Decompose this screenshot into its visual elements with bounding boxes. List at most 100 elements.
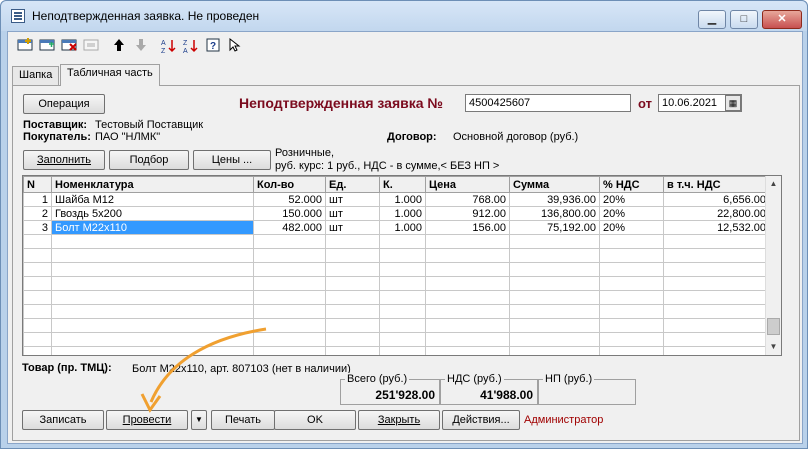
move-up-icon[interactable] xyxy=(110,38,128,56)
minimize-button[interactable]: ▁ xyxy=(698,10,726,29)
table-row[interactable]: 2 Гвоздь 5х200 150.000 шт 1.000 912.00 1… xyxy=(23,206,770,221)
empty-row xyxy=(23,290,770,305)
maximize-button[interactable]: □ xyxy=(730,10,758,29)
new-row-icon[interactable] xyxy=(16,38,34,56)
cell-sum: 75,192.00 xyxy=(509,220,600,235)
item-info-value: Болт М22х110, арт. 807103 (нет в наличии… xyxy=(132,363,351,375)
title-bar[interactable]: Неподтвержденная заявка. Не проведен ▁ □… xyxy=(1,1,807,31)
col-header-vat[interactable]: в т.ч. НДС xyxy=(663,176,770,193)
close-button[interactable]: Закрыть xyxy=(358,410,440,430)
help-icon[interactable]: ? xyxy=(204,38,222,56)
cell-sum: 39,936.00 xyxy=(509,192,600,207)
col-header-unit[interactable]: Ед. xyxy=(325,176,380,193)
buyer-label: Покупатель: xyxy=(23,131,91,143)
scroll-up-icon[interactable]: ▲ xyxy=(766,176,781,192)
tab-strip: Шапка Табличная часть xyxy=(8,64,802,86)
vertical-scrollbar[interactable]: ▲ ▼ xyxy=(765,176,781,355)
cell-vat-rate: 20% xyxy=(599,192,664,207)
tab-header[interactable]: Шапка xyxy=(12,66,60,85)
price-info-line2: руб. курс: 1 руб., НДС - в сумме,< БЕЗ Н… xyxy=(275,160,500,172)
cell-unit: шт xyxy=(325,220,380,235)
svg-text:A: A xyxy=(161,40,166,47)
cell-sum: 136,800.00 xyxy=(509,206,600,221)
items-table[interactable]: N Номенклатура Кол-во Ед. К. Цена Сумма … xyxy=(22,175,782,356)
post-dropdown-icon[interactable]: ▼ xyxy=(191,410,207,430)
cell-unit: шт xyxy=(325,192,380,207)
document-number-field[interactable]: 4500425607 xyxy=(465,94,631,112)
total-value: 251'928.00 xyxy=(375,388,435,402)
cell-item[interactable]: Болт М22х110 xyxy=(51,220,254,235)
scroll-thumb[interactable] xyxy=(767,318,780,335)
prices-button[interactable]: Цены ... xyxy=(193,150,271,170)
cell-price: 156.00 xyxy=(425,220,510,235)
np-box: НП (руб.) xyxy=(538,373,636,405)
save-button[interactable]: Записать xyxy=(22,410,104,430)
total-label: Всего (руб.) xyxy=(345,373,410,385)
vat-label: НДС (руб.) xyxy=(445,373,504,385)
cell-n: 3 xyxy=(23,220,52,235)
svg-text:Z: Z xyxy=(183,40,188,47)
col-header-n[interactable]: N xyxy=(23,176,52,193)
app-window: Неподтвержденная заявка. Не проведен ▁ □… xyxy=(0,0,808,449)
current-user: Администратор xyxy=(524,414,604,426)
supplier-label: Поставщик: xyxy=(23,119,88,131)
operation-button[interactable]: Операция xyxy=(23,94,105,114)
tab-table[interactable]: Табличная часть xyxy=(60,64,160,86)
cell-price: 768.00 xyxy=(425,192,510,207)
cell-k: 1.000 xyxy=(379,206,426,221)
cell-item: Гвоздь 5х200 xyxy=(51,206,254,221)
svg-text:?: ? xyxy=(210,41,216,52)
empty-row xyxy=(23,262,770,277)
cell-price: 912.00 xyxy=(425,206,510,221)
close-window-button[interactable]: ✕ xyxy=(762,10,802,29)
svg-text:Z: Z xyxy=(161,48,166,54)
client-area: AZ ZA ? Шапка Табличная часть Операция Н… xyxy=(7,31,803,444)
copy-row-icon[interactable] xyxy=(38,38,56,56)
cell-vat: 12,532.00 xyxy=(663,220,770,235)
edit-row-icon[interactable] xyxy=(82,38,100,56)
col-header-sum[interactable]: Сумма xyxy=(509,176,600,193)
cell-k: 1.000 xyxy=(379,220,426,235)
select-pointer-icon[interactable] xyxy=(226,37,244,56)
col-header-vat-rate[interactable]: % НДС xyxy=(599,176,664,193)
contract-label: Договор: xyxy=(387,131,437,143)
col-header-qty[interactable]: Кол-во xyxy=(253,176,326,193)
empty-row xyxy=(23,276,770,291)
select-button[interactable]: Подбор xyxy=(109,150,189,170)
col-header-item[interactable]: Номенклатура xyxy=(51,176,254,193)
cell-vat: 6,656.00 xyxy=(663,192,770,207)
date-label: от xyxy=(638,96,652,111)
calendar-icon[interactable]: ▦ xyxy=(725,95,741,111)
cell-unit: шт xyxy=(325,206,380,221)
actions-button[interactable]: Действия... xyxy=(442,410,520,430)
table-row[interactable]: 1 Шайба М12 52.000 шт 1.000 768.00 39,93… xyxy=(23,192,770,207)
np-label: НП (руб.) xyxy=(543,373,595,385)
items-grid: N Номенклатура Кол-во Ед. К. Цена Сумма … xyxy=(23,176,770,355)
table-row-selected[interactable]: 3 Болт М22х110 482.000 шт 1.000 156.00 7… xyxy=(23,220,770,235)
empty-row xyxy=(23,346,770,355)
empty-row xyxy=(23,234,770,249)
empty-row xyxy=(23,304,770,319)
col-header-k[interactable]: К. xyxy=(379,176,426,193)
item-info-label: Товар (пр. ТМЦ): xyxy=(22,362,112,374)
col-header-price[interactable]: Цена xyxy=(425,176,510,193)
vat-value: 41'988.00 xyxy=(480,388,533,402)
delete-row-icon[interactable] xyxy=(60,38,78,56)
post-button[interactable]: Провести xyxy=(106,410,188,430)
move-down-icon[interactable] xyxy=(132,38,150,56)
total-box: Всего (руб.) 251'928.00 xyxy=(340,373,440,405)
sort-asc-icon[interactable]: AZ xyxy=(160,38,178,56)
cell-vat: 22,800.00 xyxy=(663,206,770,221)
cell-n: 1 xyxy=(23,192,52,207)
buyer-value: ПАО "НЛМК" xyxy=(95,131,161,143)
print-button[interactable]: Печать xyxy=(211,410,275,430)
price-info-line1: Розничные, xyxy=(275,147,334,159)
cell-n: 2 xyxy=(23,206,52,221)
scroll-down-icon[interactable]: ▼ xyxy=(766,339,781,355)
cell-k: 1.000 xyxy=(379,192,426,207)
ok-button[interactable]: OK xyxy=(274,410,356,430)
sort-desc-icon[interactable]: ZA xyxy=(182,38,200,56)
cell-item: Шайба М12 xyxy=(51,192,254,207)
fill-button[interactable]: Заполнить xyxy=(23,150,105,170)
cell-vat-rate: 20% xyxy=(599,206,664,221)
